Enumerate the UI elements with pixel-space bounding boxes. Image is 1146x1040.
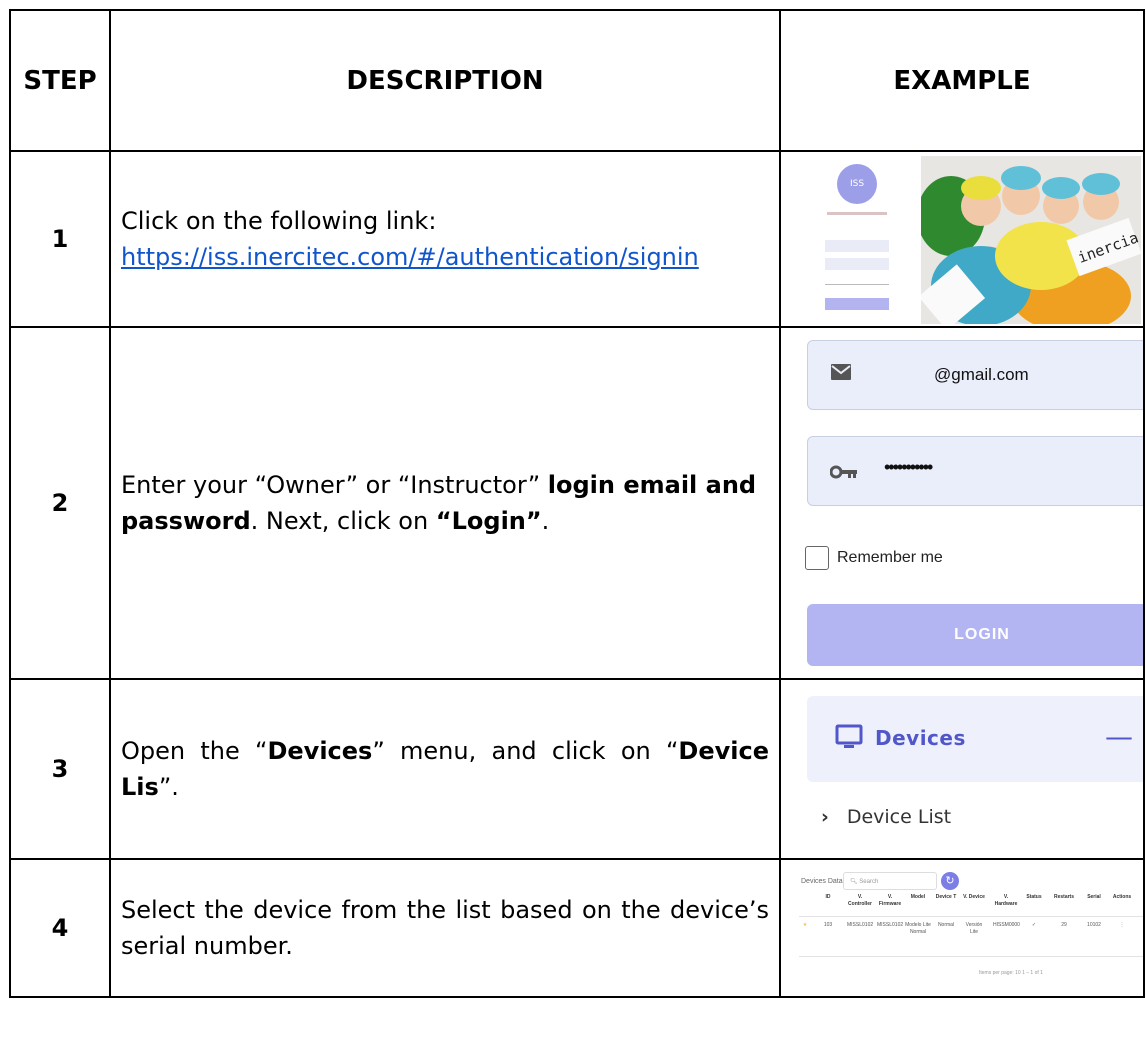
favorite-icon[interactable]: ★ xyxy=(799,922,811,929)
remember-me[interactable]: Remember me xyxy=(805,546,943,570)
babies-photo: inercia i.d.s xyxy=(921,156,1141,324)
email-field[interactable]: @gmail.com xyxy=(807,340,1143,410)
collapse-icon[interactable]: — xyxy=(1105,720,1133,753)
example-header: EXAMPLE xyxy=(779,9,1145,152)
mini-login-button xyxy=(825,298,889,310)
column-header[interactable]: ID xyxy=(815,894,841,901)
refresh-icon[interactable]: ↻ xyxy=(941,872,959,890)
column-header[interactable]: Device T xyxy=(933,894,959,901)
description-text: Enter your “Owner” or “Instructor” xyxy=(121,471,548,499)
header-row: STEP DESCRIPTION EXAMPLE xyxy=(9,9,1145,152)
step-number: 1 xyxy=(9,150,111,328)
monitor-icon xyxy=(835,724,863,748)
remember-label: Remember me xyxy=(837,549,943,567)
column-header[interactable]: Status xyxy=(1021,894,1047,901)
instructions-table: STEP DESCRIPTION EXAMPLE 1 Click on the … xyxy=(9,9,1145,998)
description-bold: Devices xyxy=(267,737,373,765)
devices-table-example: Devices Data 🔍︎ Search ↻ ID V. Controller… xyxy=(781,860,1143,996)
iss-logo: ISS xyxy=(837,164,877,204)
example-cell: Devices Data 🔍︎ Search ↻ ID V. Controller… xyxy=(779,858,1145,998)
divider xyxy=(799,916,1143,917)
example-cell: ISS inercia xyxy=(779,150,1145,328)
step-description: Click on the following link: https://iss… xyxy=(109,150,781,328)
login-button[interactable]: LOGIN xyxy=(807,604,1143,666)
description-header: DESCRIPTION xyxy=(109,9,781,152)
step-header: STEP xyxy=(9,9,111,152)
devices-menu-label: Devices xyxy=(875,726,966,750)
description-text: Open the “ xyxy=(121,737,268,765)
column-header[interactable]: V. Firmware xyxy=(877,894,903,908)
logo-caption xyxy=(827,212,887,215)
step-row-3: 3 Open the “Devices” menu, and click on … xyxy=(9,678,1145,860)
devices-data-table: Devices Data 🔍︎ Search ↻ ID V. Controller… xyxy=(799,870,1143,988)
key-icon xyxy=(830,465,857,479)
device-list-menu-item[interactable]: › Device List xyxy=(821,806,951,828)
table-cell: ⋮ xyxy=(1119,922,1125,928)
table-cell: 103 xyxy=(823,922,833,928)
devices-menu[interactable]: Devices — xyxy=(807,696,1143,782)
step-number: 3 xyxy=(9,678,111,860)
column-header[interactable]: V. Hardware xyxy=(993,894,1019,908)
step-description: Enter your “Owner” or “Instructor” login… xyxy=(109,326,781,680)
description-text: . xyxy=(541,507,550,535)
table-cell: 10102 xyxy=(1087,922,1101,928)
search-input[interactable]: 🔍︎ Search xyxy=(843,872,937,890)
example-cell: @gmail.com ••••••••••• Remember me LOGIN xyxy=(779,326,1145,680)
step-description: Open the “Devices” menu, and click on “D… xyxy=(109,678,781,860)
description-text: Click on the following link: xyxy=(121,207,437,235)
column-header[interactable]: Restarts xyxy=(1051,894,1077,901)
example-cell: Devices — › Device List xyxy=(779,678,1145,860)
chevron-right-icon: › xyxy=(821,806,829,828)
description-text: ”. xyxy=(158,773,179,801)
step-description: Select the device from the list based on… xyxy=(109,858,781,998)
column-header[interactable]: Actions xyxy=(1109,894,1135,901)
table-cell: MISSL0102 xyxy=(877,922,904,928)
table-cell: Normal xyxy=(937,922,955,928)
step-row-4: 4 Select the device from the list based … xyxy=(9,858,1145,998)
table-title: Devices Data xyxy=(801,878,843,885)
pagination: Items per page: 10 1 – 1 of 1 xyxy=(979,970,1043,976)
step-number: 2 xyxy=(9,326,111,680)
device-list-label: Device List xyxy=(846,806,952,828)
table-cell: 29 xyxy=(1061,922,1067,928)
table-cell: ✓ xyxy=(1031,922,1037,928)
mini-login-form: ISS xyxy=(817,162,897,322)
signin-link[interactable]: https://iss.inercitec.com/#/authenticati… xyxy=(121,243,699,271)
table-cell: HISSM0000 xyxy=(993,922,1020,928)
step-row-1: 1 Click on the following link: https://i… xyxy=(9,150,1145,328)
devices-menu-example: Devices — › Device List xyxy=(781,680,1143,858)
mail-icon xyxy=(831,364,851,380)
description-text: Select the device from the list based on… xyxy=(121,896,769,960)
mini-email-field xyxy=(825,240,889,252)
table-cell: Versión Lite xyxy=(965,922,983,935)
column-header[interactable]: Model xyxy=(905,894,931,901)
mini-password-field xyxy=(825,258,889,270)
step-number: 4 xyxy=(9,858,111,998)
remember-checkbox[interactable] xyxy=(805,546,829,570)
password-value: ••••••••••• xyxy=(884,457,933,477)
column-header[interactable]: V. Controller xyxy=(847,894,873,908)
table-cell: MISSL0102 xyxy=(847,922,874,928)
mini-remember-row xyxy=(825,278,889,285)
email-value: @gmail.com xyxy=(934,365,1029,384)
description-bold: “Login” xyxy=(435,507,542,535)
column-header[interactable]: Serial xyxy=(1081,894,1107,901)
table-cell: Modelo Lite Normal xyxy=(905,922,931,935)
password-field[interactable]: ••••••••••• xyxy=(807,436,1143,506)
description-text: ” menu, and click on “ xyxy=(372,737,679,765)
login-page-thumbnail: ISS inercia xyxy=(781,152,1143,326)
divider xyxy=(799,956,1143,957)
step-row-2: 2 Enter your “Owner” or “Instructor” log… xyxy=(9,326,1145,680)
column-header[interactable]: V. Device xyxy=(961,894,987,901)
description-text: . Next, click on xyxy=(250,507,436,535)
login-form-example: @gmail.com ••••••••••• Remember me LOGIN xyxy=(781,328,1143,678)
